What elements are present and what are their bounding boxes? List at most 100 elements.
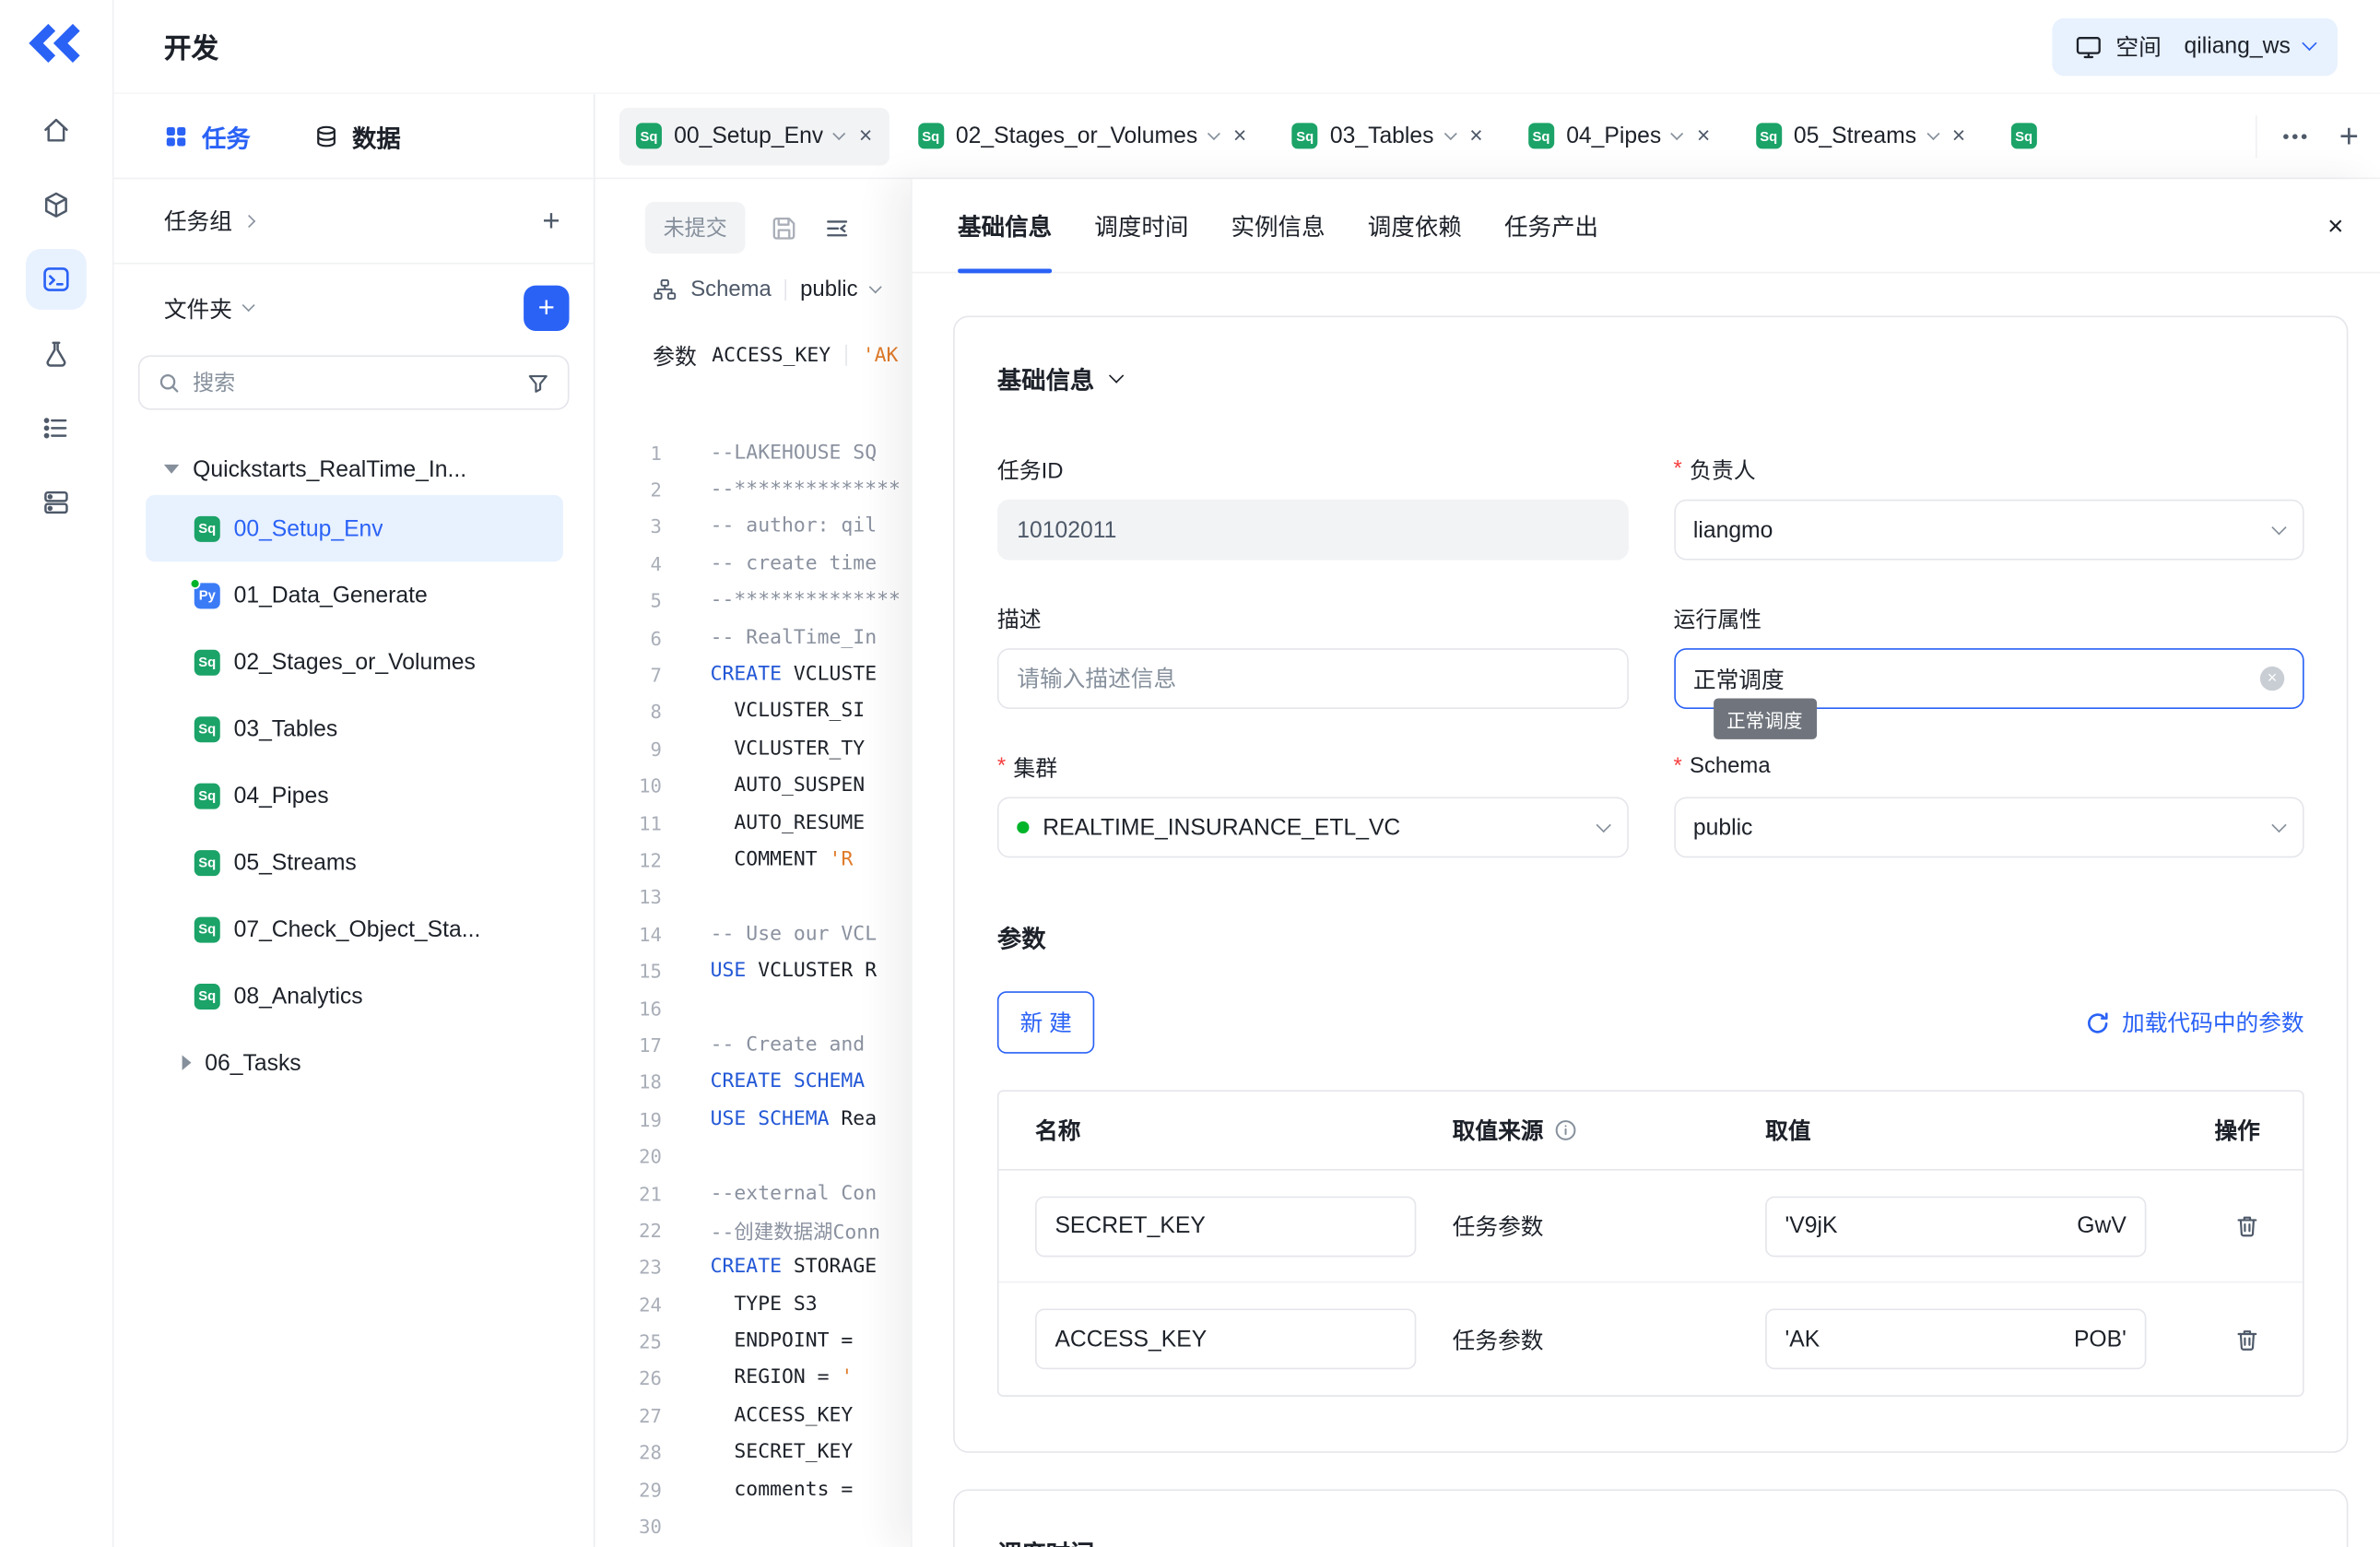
editor-tab-00-setup-env[interactable]: Sq00_Setup_Env× [619,107,890,165]
panel-tab-3[interactable]: 调度依赖 [1368,179,1462,271]
tree-item-04-pipes[interactable]: Sq04_Pipes [146,762,563,829]
param-name-input[interactable]: SECRET_KEY [1035,1196,1416,1257]
close-icon[interactable]: × [1697,124,1710,148]
run-property-tooltip: 正常调度 [1713,698,1816,738]
code-segment: AUTO_RESUME [711,811,866,834]
close-icon[interactable]: × [1952,124,1965,148]
schedule-time-card: 调度时间 [953,1489,2348,1547]
more-tabs-icon[interactable] [2281,131,2309,140]
chevron-down-icon[interactable] [1926,127,1938,139]
clear-icon[interactable]: × [2260,667,2284,691]
param-value-input[interactable]: 'AKPOB' [1765,1308,2146,1369]
task-id-value[interactable] [1017,517,1608,543]
delete-param-button[interactable] [2234,1213,2260,1239]
close-icon[interactable]: × [2327,212,2343,240]
code-text: TYPE S3 [662,1293,818,1316]
run-property-label: 运行属性 [1673,602,1761,634]
params-table: 名称 取值来源 取值 操作 [997,1090,2304,1397]
param-value-input[interactable]: 'V9jKGwV [1765,1196,2146,1257]
chevron-down-icon[interactable] [833,127,845,139]
basic-info-card: 基础信息 任务ID [953,316,2348,1453]
app-logo[interactable] [28,23,86,64]
caret-down-icon[interactable] [164,465,179,474]
folder-row[interactable]: 文件夹 + [114,265,594,353]
tree-item-label: 05_Streams [234,849,357,875]
dev-terminal-icon[interactable] [26,249,87,310]
owner-select[interactable]: liangmo [1673,500,2303,561]
code-segment: ENDPOINT = [711,1330,854,1353]
tree-item-07-check-object-sta[interactable]: Sq07_Check_Object_Sta... [146,896,563,962]
search-icon [158,372,181,395]
tree-item-00-setup-env[interactable]: Sq00_Setup_Env [146,495,563,561]
editor-tabbar: Sq00_Setup_Env×Sq02_Stages_or_Volumes×Sq… [595,94,2379,179]
search-box[interactable] [138,355,570,409]
task-list-icon[interactable] [26,397,87,458]
new-tab-button[interactable]: + [2339,119,2359,152]
chevron-down-icon[interactable] [1208,127,1219,139]
schedule-time-heading[interactable]: 调度时间 [997,1533,2304,1547]
monitor-icon [2075,32,2103,60]
cluster-select[interactable]: REALTIME_INSURANCE_ETL_VC [997,797,1628,858]
code-segment: AUTO_SUSPEN [711,774,866,797]
panel-tab-1[interactable]: 调度时间 [1094,179,1188,271]
basic-info-heading[interactable]: 基础信息 [997,360,2304,396]
chevron-down-icon[interactable] [1672,127,1684,139]
code-text: comments = [662,1478,853,1501]
param-name-input[interactable]: ACCESS_KEY [1035,1308,1416,1369]
close-icon[interactable]: × [1469,124,1482,148]
editor-tab-02-stages-or-volumes[interactable]: Sq02_Stages_or_Volumes× [901,107,1264,165]
chevron-down-icon[interactable] [1444,127,1456,139]
new-param-button[interactable]: 新 建 [997,991,1095,1054]
description-input[interactable] [997,648,1628,709]
tree-item-05-streams[interactable]: Sq05_Streams [146,829,563,895]
panel-tab-4[interactable]: 任务产出 [1504,179,1598,271]
code-segment: CREATE [711,1256,794,1279]
schema-select[interactable]: public [1673,797,2303,858]
caret-right-icon[interactable] [183,1055,192,1069]
tab-tasks[interactable]: 任务 [164,118,251,155]
code-text: REGION = ' [662,1367,853,1390]
tree-item-06-tasks[interactable]: 06_Tasks [146,1029,563,1095]
add-task-group-button[interactable]: + [542,206,560,236]
editor-tab-04-pipes[interactable]: Sq04_Pipes× [1512,107,1727,165]
sidebar: 任务 数据 任务组 + 文件夹 [114,94,595,1547]
new-file-button[interactable]: + [524,286,569,331]
tree-item-02-stages-or-volumes[interactable]: Sq02_Stages_or_Volumes [146,629,563,695]
field-schema: *Schema public [1673,751,2303,857]
panel-tab-2[interactable]: 实例信息 [1231,179,1325,271]
close-icon[interactable]: × [859,124,872,148]
save-icon[interactable] [770,213,798,242]
run-property-value[interactable] [1693,666,2248,691]
panel-tab-0[interactable]: 基础信息 [958,179,1052,271]
storage-icon[interactable] [26,472,87,533]
task-group-row[interactable]: 任务组 + [114,179,594,264]
data-sync-icon[interactable] [26,324,87,384]
filter-icon[interactable] [526,372,549,395]
chevron-down-icon [2271,817,2286,832]
delete-param-button[interactable] [2234,1326,2260,1352]
workspace-switcher[interactable]: 空间 qiliang_ws [2052,18,2338,76]
search-input[interactable] [193,371,514,395]
close-icon[interactable]: × [1233,124,1246,148]
schema-value: public [800,278,857,301]
tree-item-08-analytics[interactable]: Sq08_Analytics [146,962,563,1029]
tree-item-03-tables[interactable]: Sq03_Tables [146,695,563,762]
task-id-input[interactable] [997,500,1628,561]
info-icon[interactable] [1554,1119,1577,1142]
param-value-start: 'V9jK [1785,1213,1838,1239]
modified-dot [190,578,201,589]
tree-item-01-data-generate[interactable]: Py01_Data_Generate [146,561,563,628]
editor-tab-item[interactable]: Sq [1995,107,2040,165]
editor-tab-03-tables[interactable]: Sq03_Tables× [1276,107,1500,165]
sql-file-icon: Sq [1756,123,1782,148]
tab-data[interactable]: 数据 [314,118,401,155]
line-number: 10 [595,774,661,797]
home-icon[interactable] [26,100,87,161]
editor-tab-05-streams[interactable]: Sq05_Streams× [1739,107,1983,165]
format-icon[interactable] [823,213,852,242]
param-source-text: 任务参数 [1453,1323,1544,1355]
description-value[interactable] [1017,666,1608,691]
modules-icon[interactable] [26,174,87,235]
tree-root-item[interactable]: Quickstarts_RealTime_In... [146,443,563,495]
load-code-params-link[interactable]: 加载代码中的参数 [2086,1007,2304,1039]
